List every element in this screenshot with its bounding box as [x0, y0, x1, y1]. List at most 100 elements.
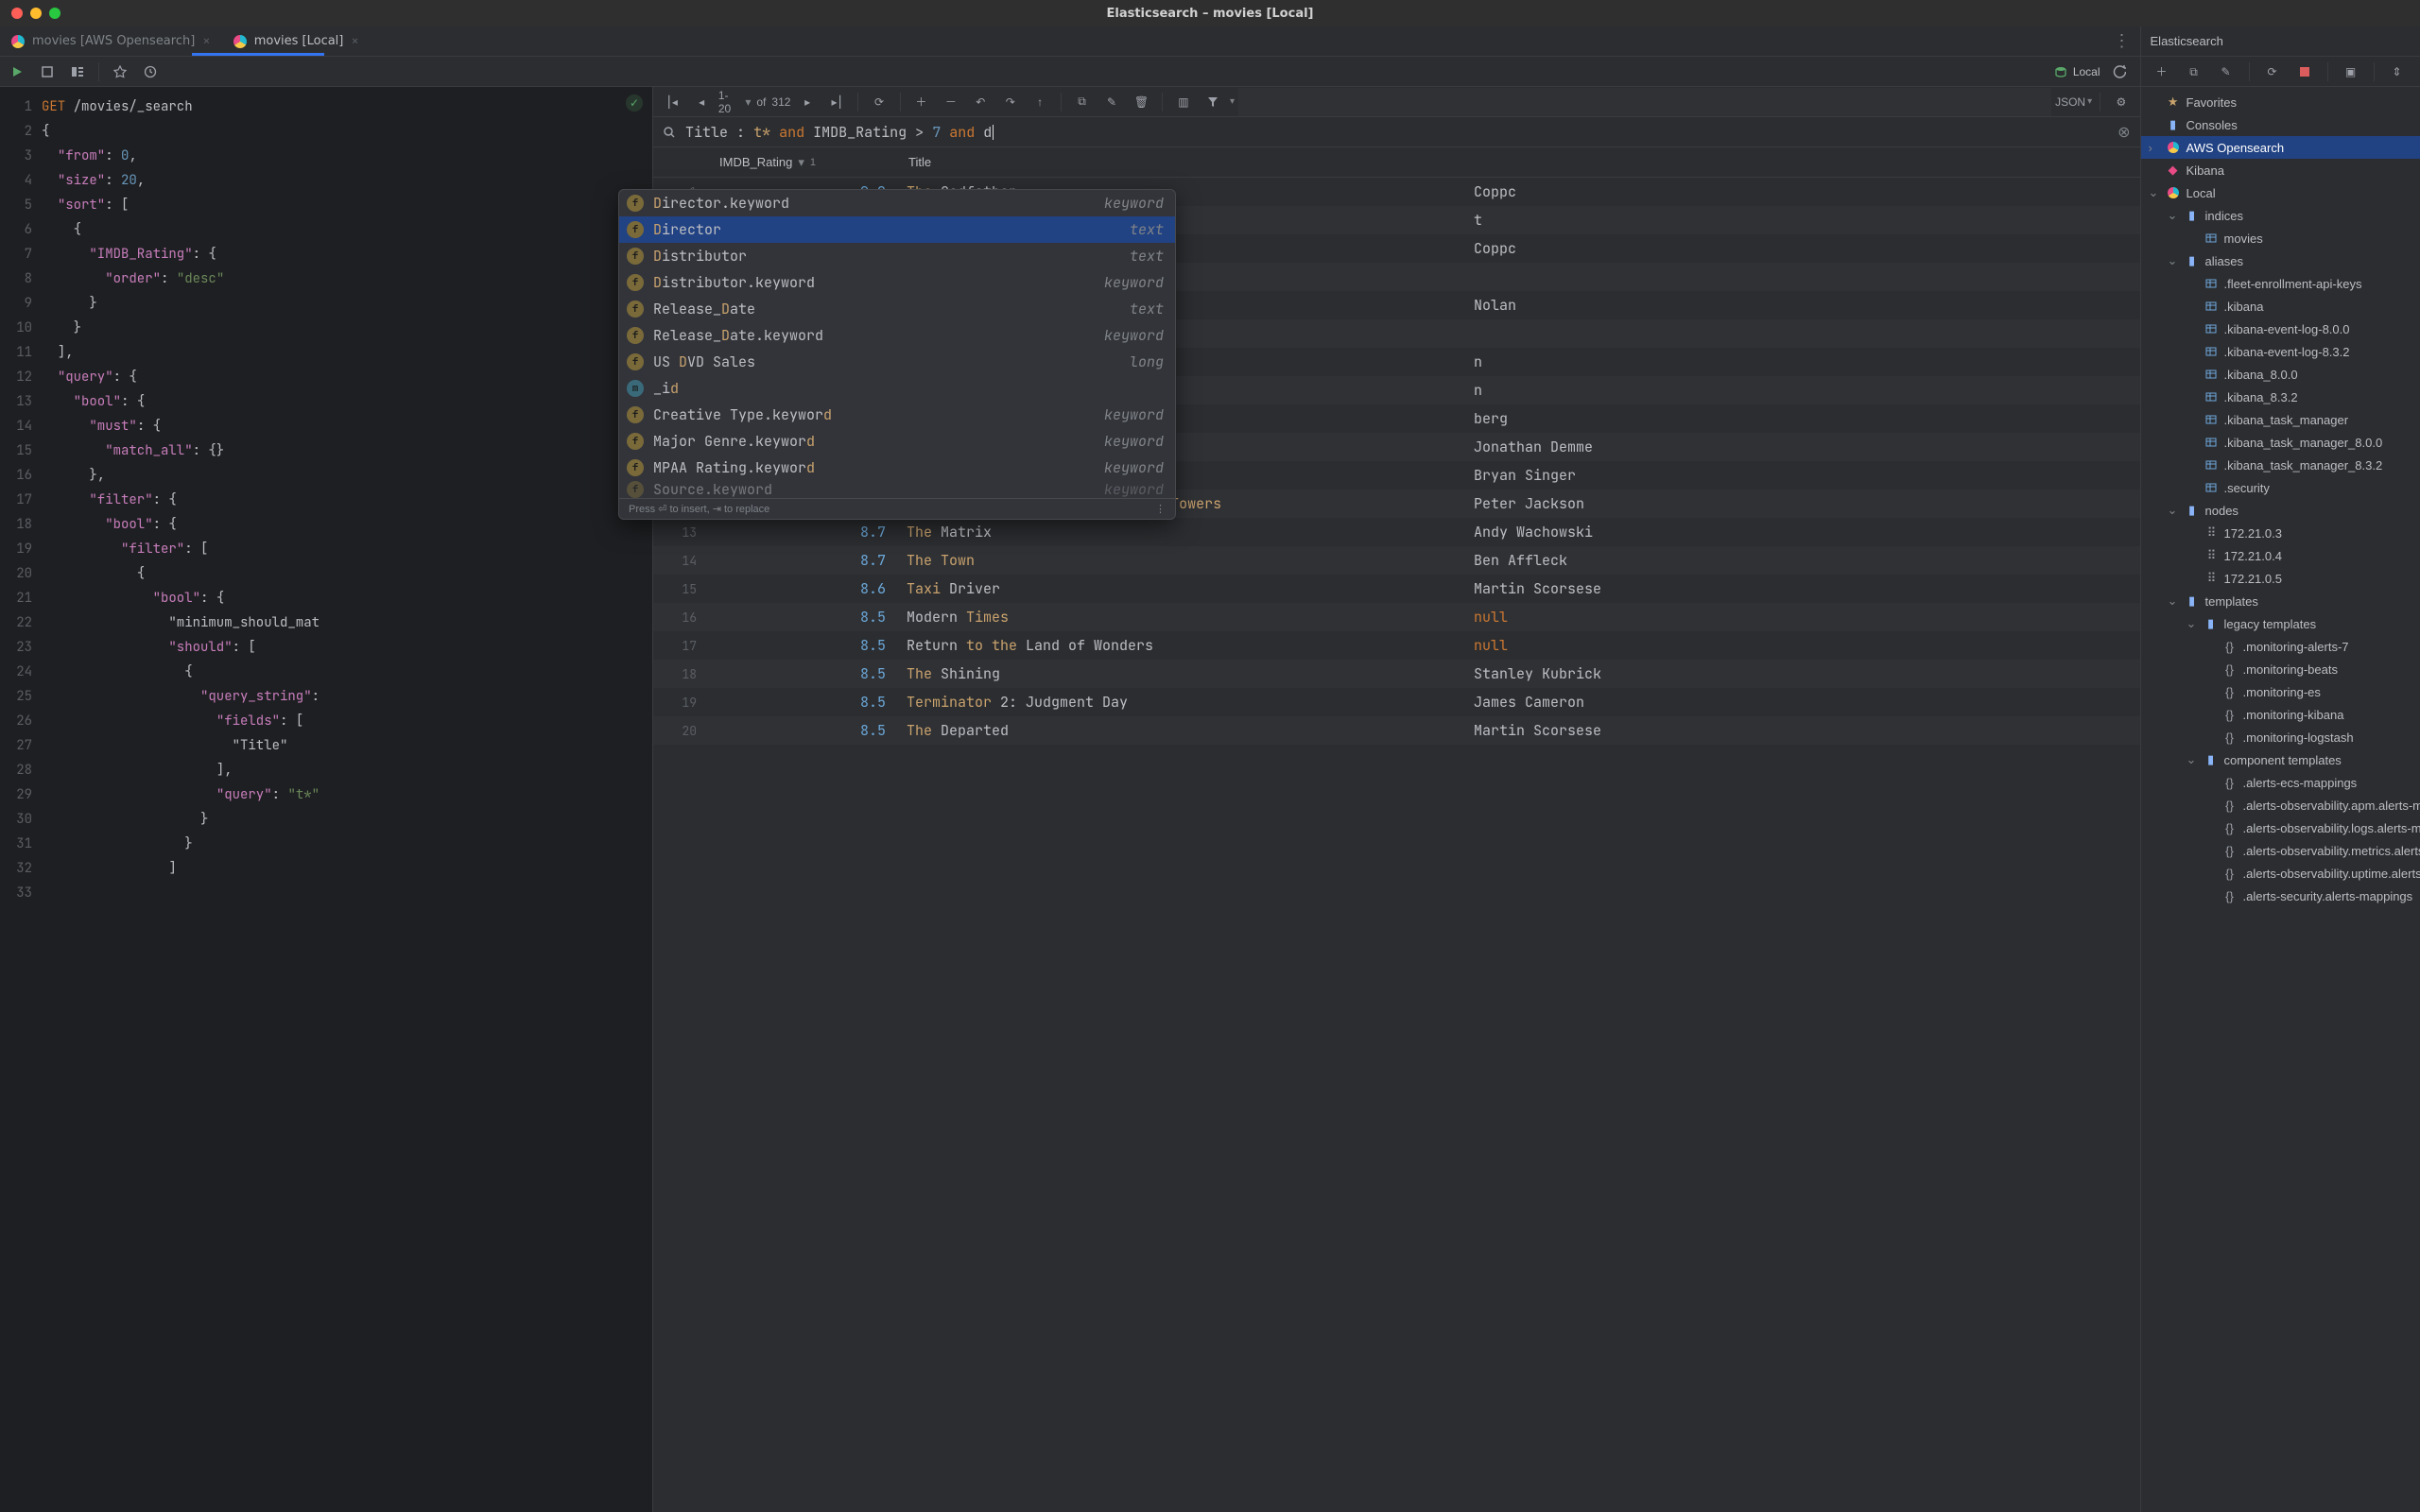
autocomplete-item[interactable]: fDistributor.keywordkeyword: [619, 269, 1175, 296]
collapse-all-icon[interactable]: ⇵: [2416, 59, 2420, 85]
settings-icon[interactable]: ⚙: [2108, 89, 2134, 115]
prev-page-icon[interactable]: ◂: [688, 89, 714, 115]
tree-node[interactable]: ★Favorites: [2141, 91, 2420, 113]
filter-icon[interactable]: [1201, 89, 1226, 115]
tree-node[interactable]: .kibana_task_manager: [2141, 408, 2420, 431]
tree-node[interactable]: ⌄▮nodes: [2141, 499, 2420, 522]
tree-node[interactable]: {}.alerts-observability.uptime.alerts-: [2141, 862, 2420, 885]
undo-icon[interactable]: ↶: [968, 89, 994, 115]
add-connection-icon[interactable]: ＋: [2149, 59, 2175, 85]
autocomplete-item[interactable]: fRelease_Date.keywordkeyword: [619, 322, 1175, 349]
autocomplete-popup[interactable]: fDirector.keywordkeywordfDirectortextfDi…: [618, 189, 1176, 520]
history-icon[interactable]: [137, 59, 164, 85]
results-search-bar[interactable]: Title : t* and IMDB_Rating > 7 and d ⊗: [653, 117, 2140, 147]
refresh-icon[interactable]: ⟳: [2259, 59, 2286, 85]
add-row-icon[interactable]: ＋: [908, 89, 934, 115]
commit-up-icon[interactable]: ↑: [1027, 89, 1052, 115]
autocomplete-item[interactable]: fDirectortext: [619, 216, 1175, 243]
edit-icon[interactable]: ✎: [1098, 89, 1124, 115]
autocomplete-item[interactable]: fMPAA Rating.keywordkeyword: [619, 455, 1175, 481]
edit-connection-icon[interactable]: ✎: [2213, 59, 2239, 85]
redo-icon[interactable]: ↷: [997, 89, 1023, 115]
code-area[interactable]: GET /movies/_search{ "from": 0, "size": …: [42, 87, 652, 1512]
tree-node[interactable]: ⌄▮templates: [2141, 590, 2420, 612]
last-page-icon[interactable]: ▸⎮: [824, 89, 850, 115]
favorite-icon[interactable]: [107, 59, 133, 85]
tab-aws-opensearch[interactable]: movies [AWS Opensearch] ×: [0, 26, 222, 56]
refresh-icon[interactable]: [2106, 59, 2133, 85]
view-icon[interactable]: [64, 59, 91, 85]
tree-node[interactable]: .fleet-enrollment-api-keys: [2141, 272, 2420, 295]
tree-node[interactable]: ⠿172.21.0.3: [2141, 522, 2420, 544]
copy-icon[interactable]: ⧉: [1069, 89, 1095, 115]
clear-search-icon[interactable]: ⊗: [2118, 122, 2130, 142]
query-editor[interactable]: 1234567891011121314151617181920212223242…: [0, 87, 652, 1512]
table-row[interactable]: 138.7The MatrixAndy Wachowski: [653, 518, 2140, 546]
table-row[interactable]: 158.6Taxi DriverMartin Scorsese: [653, 575, 2140, 603]
expand-all-icon[interactable]: ⇕: [2384, 59, 2411, 85]
stop-icon[interactable]: [2291, 59, 2318, 85]
autocomplete-item[interactable]: fUS DVD Saleslong: [619, 349, 1175, 375]
tree-node[interactable]: .kibana-event-log-8.0.0: [2141, 318, 2420, 340]
table-row[interactable]: 148.7The TownBen Affleck: [653, 546, 2140, 575]
copy-connection-icon[interactable]: ⧉: [2181, 59, 2207, 85]
autocomplete-item[interactable]: fDistributortext: [619, 243, 1175, 269]
col-imdb-rating[interactable]: IMDB_Rating ▾ 1: [710, 155, 899, 170]
tree-node[interactable]: .kibana-event-log-8.3.2: [2141, 340, 2420, 363]
columns-icon[interactable]: ▥: [1170, 89, 1196, 115]
tree-node[interactable]: {}.alerts-observability.metrics.alerts-: [2141, 839, 2420, 862]
tree-node[interactable]: {}.monitoring-es: [2141, 680, 2420, 703]
tree-node[interactable]: ⠿172.21.0.4: [2141, 544, 2420, 567]
console-icon[interactable]: ▣: [2338, 59, 2364, 85]
tree-node[interactable]: .kibana_8.0.0: [2141, 363, 2420, 386]
tree-node[interactable]: {}.monitoring-alerts-7: [2141, 635, 2420, 658]
tab-local[interactable]: movies [Local] ×: [222, 26, 371, 56]
tree-node[interactable]: ⠿172.21.0.5: [2141, 567, 2420, 590]
tree-node[interactable]: .kibana: [2141, 295, 2420, 318]
tree-node[interactable]: .kibana_task_manager_8.0.0: [2141, 431, 2420, 454]
tree-node[interactable]: {}.monitoring-beats: [2141, 658, 2420, 680]
tree-node[interactable]: movies: [2141, 227, 2420, 249]
tree-node[interactable]: ⌄▮indices: [2141, 204, 2420, 227]
autocomplete-item[interactable]: fCreative Type.keywordkeyword: [619, 402, 1175, 428]
table-row[interactable]: 168.5Modern Timesnull: [653, 603, 2140, 631]
remove-row-icon[interactable]: －: [938, 89, 963, 115]
tree-node[interactable]: ⌄▮legacy templates: [2141, 612, 2420, 635]
run-button[interactable]: [4, 59, 30, 85]
tree-node[interactable]: ⌄▮aliases: [2141, 249, 2420, 272]
stop-button[interactable]: [34, 59, 60, 85]
close-icon[interactable]: ×: [351, 33, 358, 50]
tree-node[interactable]: .kibana_8.3.2: [2141, 386, 2420, 408]
table-row[interactable]: 178.5Return to the Land of Wondersnull: [653, 631, 2140, 660]
tree-node[interactable]: .kibana_task_manager_8.3.2: [2141, 454, 2420, 476]
autocomplete-item[interactable]: fMajor Genre.keywordkeyword: [619, 428, 1175, 455]
tree-node[interactable]: {}.alerts-observability.apm.alerts-ma: [2141, 794, 2420, 816]
next-page-icon[interactable]: ▸: [794, 89, 820, 115]
tree-node[interactable]: {}.alerts-ecs-mappings: [2141, 771, 2420, 794]
close-icon[interactable]: ×: [202, 33, 210, 50]
tree-node[interactable]: {}.alerts-security.alerts-mappings: [2141, 885, 2420, 907]
tree-node[interactable]: ◆Kibana: [2141, 159, 2420, 181]
autocomplete-item[interactable]: fDirector.keywordkeyword: [619, 190, 1175, 216]
tree-node[interactable]: ▮Consoles: [2141, 113, 2420, 136]
format-selector[interactable]: JSON ▾: [2055, 95, 2092, 109]
tab-more-icon[interactable]: ⋮: [2114, 30, 2131, 52]
col-title[interactable]: Title: [899, 155, 1466, 169]
env-selector[interactable]: Local: [2054, 65, 2100, 78]
autocomplete-item[interactable]: m_id: [619, 375, 1175, 402]
delete-icon[interactable]: 🗑: [1129, 89, 1154, 115]
table-row[interactable]: 208.5The DepartedMartin Scorsese: [653, 716, 2140, 745]
connection-tree[interactable]: ★Favorites▮Consoles›AWS Opensearch◆Kiban…: [2141, 87, 2420, 1512]
first-page-icon[interactable]: ⎮◂: [659, 89, 684, 115]
tree-node[interactable]: {}.alerts-observability.logs.alerts-ma: [2141, 816, 2420, 839]
reload-icon[interactable]: ⟳: [866, 89, 891, 115]
table-row[interactable]: 198.5Terminator 2: Judgment DayJames Cam…: [653, 688, 2140, 716]
tree-node[interactable]: .security: [2141, 476, 2420, 499]
autocomplete-item[interactable]: fRelease_Datetext: [619, 296, 1175, 322]
tree-node[interactable]: ›AWS Opensearch: [2141, 136, 2420, 159]
tree-node[interactable]: {}.monitoring-logstash: [2141, 726, 2420, 748]
tree-node[interactable]: {}.monitoring-kibana: [2141, 703, 2420, 726]
table-row[interactable]: 188.5The ShiningStanley Kubrick: [653, 660, 2140, 688]
tree-node[interactable]: ⌄▮component templates: [2141, 748, 2420, 771]
tree-node[interactable]: ⌄Local: [2141, 181, 2420, 204]
